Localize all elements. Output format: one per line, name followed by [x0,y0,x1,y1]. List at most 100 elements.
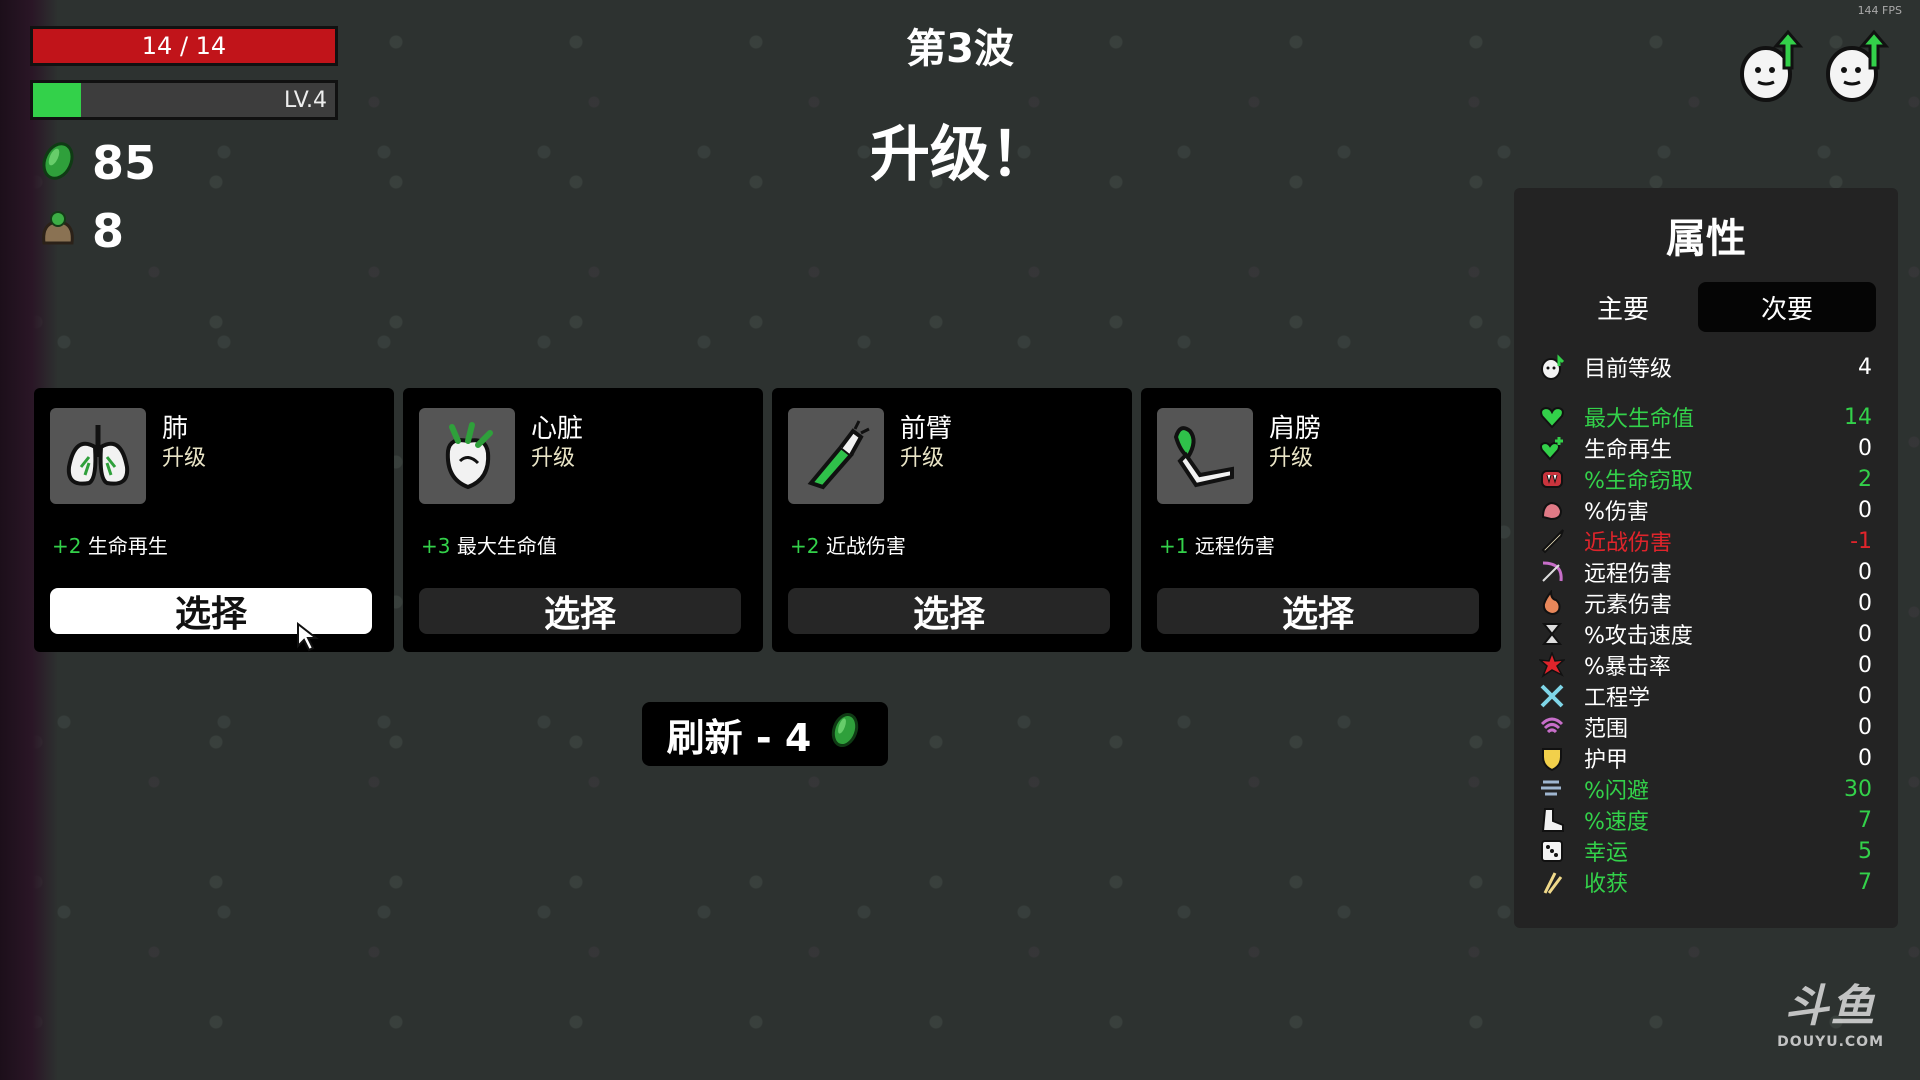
heart-organ-icon [419,408,515,504]
stat-value: 2 [1858,466,1872,492]
effect-amount: +2 [52,534,82,558]
stat-row: %生命窃取 2 [1538,464,1872,494]
stat-value: 30 [1844,776,1872,802]
level-text: LV.4 [283,87,327,113]
select-button[interactable]: 选择 [788,588,1110,635]
stat-row: %速度 7 [1538,805,1872,835]
stat-value: 4 [1858,354,1872,380]
bag-icon [36,207,80,255]
stat-row: 远程伤害 0 [1538,557,1872,587]
materials-count: 85 [92,136,157,190]
stat-row: 范围 0 [1538,712,1872,742]
stat-label: 元素伤害 [1584,593,1673,618]
upgrade-card-lungs: 肺 升级 +2 生命再生 选择 [34,388,394,652]
stat-row: 收获 7 [1538,867,1872,897]
reroll-label: 刷新 - 4 [666,715,812,760]
stat-row: 近战伤害 -1 [1538,526,1872,556]
stat-value: 5 [1858,838,1872,864]
heart-icon [1538,403,1566,431]
bow-icon [1538,558,1566,586]
upgrade-card-heart: 心脏 升级 +3 最大生命值 选择 [403,388,763,652]
level-up-title: 升级！ [870,120,1050,190]
health-text: 14 / 14 [141,32,227,60]
stat-value: 0 [1858,745,1872,771]
card-effect: +2 近战伤害 [790,530,906,559]
lungs-icon [50,408,146,504]
sword-icon [1538,527,1566,555]
stat-value: 0 [1858,683,1872,709]
stat-label: 幸运 [1584,841,1629,866]
upgrade-card-shoulder: 肩膀 升级 +1 远程伤害 选择 [1141,388,1501,652]
stat-row: 最大生命值 14 [1538,402,1872,432]
stat-label: %暴击率 [1584,655,1671,680]
stat-value: 0 [1858,652,1872,678]
stat-value: 0 [1858,559,1872,585]
stat-label: 最大生命值 [1584,407,1695,432]
dice-icon [1538,837,1566,865]
stat-label: 护甲 [1584,748,1629,773]
tab-primary[interactable]: 主要 [1534,282,1712,332]
tab-secondary[interactable]: 次要 [1698,282,1876,332]
level-up-potato-icon [1736,28,1804,108]
card-subtitle: 升级 [162,446,207,471]
select-button[interactable]: 选择 [50,588,372,635]
stat-value: -1 [1850,528,1872,554]
stat-label: 远程伤害 [1584,562,1673,587]
effect-stat: 最大生命值 [456,534,557,558]
select-button[interactable]: 选择 [419,588,741,635]
stat-value: 14 [1844,404,1872,430]
stat-row: 元素伤害 0 [1538,588,1872,618]
mouse-cursor-icon [297,622,319,652]
douyu-watermark: 斗鱼 DOUYU.COM [1777,970,1884,1050]
stat-label: %攻击速度 [1584,624,1693,649]
stat-row: %闪避 30 [1538,774,1872,804]
stat-row-current-level: 目前等级 4 [1538,352,1872,382]
effect-stat: 生命再生 [87,534,168,558]
stat-label: %速度 [1584,810,1649,835]
effect-amount: +3 [421,534,451,558]
stat-label: 范围 [1584,717,1629,742]
stat-value: 0 [1858,435,1872,461]
crit-icon [1538,651,1566,679]
boot-icon [1538,806,1566,834]
stat-value: 7 [1858,807,1872,833]
shoulder-icon [1157,408,1253,504]
stat-label: %闪避 [1584,779,1649,804]
hourglass-icon [1538,620,1566,648]
range-icon [1538,713,1566,741]
heart-plus-icon [1538,434,1566,462]
stat-row: 护甲 0 [1538,743,1872,773]
select-button[interactable]: 选择 [1157,588,1479,635]
experience-bar-fill [33,83,82,117]
experience-bar: LV.4 [30,80,338,120]
stat-row: 生命再生 0 [1538,433,1872,463]
watermark-url: DOUYU.COM [1777,1034,1884,1050]
stat-label: 收获 [1584,872,1629,897]
stat-label: %生命窃取 [1584,469,1693,494]
wave-title: 第3波 [906,26,1014,72]
stat-row: %伤害 0 [1538,495,1872,525]
flame-icon [1538,589,1566,617]
shield-icon [1538,744,1566,772]
card-subtitle: 升级 [1269,446,1314,471]
card-effect: +3 最大生命值 [421,530,557,559]
stats-title: 属性 [1666,216,1746,262]
stat-label: 目前等级 [1584,357,1673,382]
materials-counter: 85 [36,136,156,190]
stat-value: 0 [1858,497,1872,523]
potato-level-icon [1538,353,1566,381]
card-effect: +2 生命再生 [52,530,168,559]
wheat-icon [1538,868,1566,896]
card-subtitle: 升级 [900,446,945,471]
reroll-button[interactable]: 刷新 - 4 [642,702,888,766]
fangs-icon [1538,465,1566,493]
stat-label: 工程学 [1584,686,1651,711]
stat-value: 0 [1858,714,1872,740]
stat-row: %攻击速度 0 [1538,619,1872,649]
watermark-logo: 斗鱼 [1784,981,1877,1032]
dodge-icon [1538,775,1566,803]
stat-value: 0 [1858,621,1872,647]
stat-label: 近战伤害 [1584,531,1673,556]
effect-stat: 远程伤害 [1194,534,1275,558]
card-effect: +1 远程伤害 [1159,530,1275,559]
